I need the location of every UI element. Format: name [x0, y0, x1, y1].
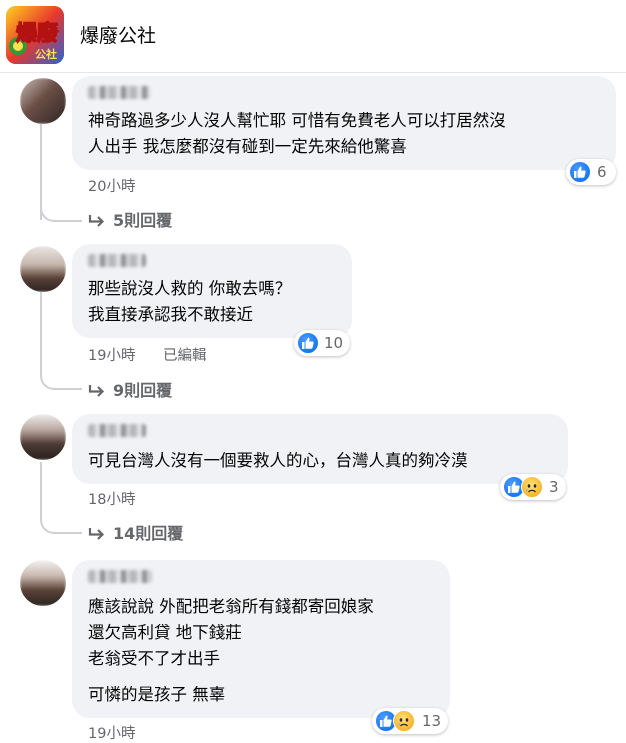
reaction-count: 3: [549, 478, 559, 496]
comment-bubble: 應該說說 外配把老翁所有錢都寄回娘家 還欠高利貸 地下錢莊 老翁受不了才出手 可…: [72, 560, 450, 718]
view-replies-label: 9則回覆: [113, 381, 173, 400]
reaction-summary[interactable]: 3: [500, 474, 566, 500]
author-name[interactable]: [88, 570, 152, 583]
reply-arrow-icon: [88, 528, 105, 540]
like-icon: [569, 161, 591, 183]
comment-text: 可憐的是孩子 無辜: [88, 685, 226, 704]
view-replies-button[interactable]: 14則回覆: [88, 520, 183, 544]
comment-text: 可見台灣人沒有一個要救人的心，台灣人真的夠冷漠: [88, 451, 468, 470]
view-replies-label: 5則回覆: [113, 211, 173, 230]
edited-label: 已編輯: [163, 348, 207, 364]
reaction-summary[interactable]: 13: [372, 708, 448, 734]
comment-text: 老翁受不了才出手: [88, 649, 220, 668]
author-name[interactable]: [88, 86, 150, 99]
comment-time[interactable]: 18小時: [88, 488, 135, 509]
reaction-count: 6: [597, 163, 607, 181]
view-replies-button[interactable]: 5則回覆: [88, 207, 172, 231]
comment-text: 神奇路過多少人沒人幫忙耶 可惜有免費老人可以打居然沒: [88, 111, 506, 130]
sad-icon: [393, 710, 415, 732]
author-name[interactable]: [88, 254, 146, 267]
svg-text:公社: 公社: [35, 47, 57, 61]
view-replies-button[interactable]: 9則回覆: [88, 377, 172, 401]
svg-text:爆廢: 爆廢: [16, 21, 59, 45]
comment-time[interactable]: 20小時: [88, 175, 135, 196]
avatar[interactable]: [20, 78, 66, 124]
avatar[interactable]: [20, 414, 66, 460]
comment-bubble: 那些說沒人救的 你敢去嗎？ 我直接承認我不敢接近: [72, 244, 352, 338]
comment-text: 我直接承認我不敢接近: [88, 305, 253, 324]
comment-time[interactable]: 19小時: [88, 722, 135, 743]
comment-text: 應該說說 外配把老翁所有錢都寄回娘家: [88, 597, 374, 616]
reaction-summary[interactable]: 10: [294, 330, 350, 356]
comment-text: 人出手 我怎麼都沒有碰到一定先來給他驚喜: [88, 137, 407, 156]
reaction-count: 13: [422, 712, 442, 730]
reply-arrow-icon: [88, 215, 105, 227]
page-header: 爆廢 公社 爆廢公社: [0, 0, 626, 73]
comment-time[interactable]: 19小時: [88, 344, 135, 365]
view-replies-label: 14則回覆: [113, 524, 184, 543]
comment-bubble: 可見台灣人沒有一個要救人的心，台灣人真的夠冷漠: [72, 414, 568, 484]
page-title[interactable]: 爆廢公社: [80, 21, 156, 48]
avatar[interactable]: [20, 560, 66, 606]
reaction-summary[interactable]: 6: [566, 159, 616, 185]
reply-arrow-icon: [88, 385, 105, 397]
comment-text: 還欠高利貸 地下錢莊: [88, 623, 242, 642]
page-logo[interactable]: 爆廢 公社: [6, 6, 64, 64]
like-icon: [297, 332, 319, 354]
reaction-count: 10: [324, 334, 344, 352]
avatar[interactable]: [20, 246, 66, 292]
sad-icon: [521, 476, 543, 498]
comment-bubble: 神奇路過多少人沒人幫忙耶 可惜有免費老人可以打居然沒 人出手 我怎麼都沒有碰到一…: [72, 76, 616, 170]
comment-text: 那些說沒人救的 你敢去嗎？: [88, 279, 292, 298]
author-name[interactable]: [88, 424, 146, 437]
